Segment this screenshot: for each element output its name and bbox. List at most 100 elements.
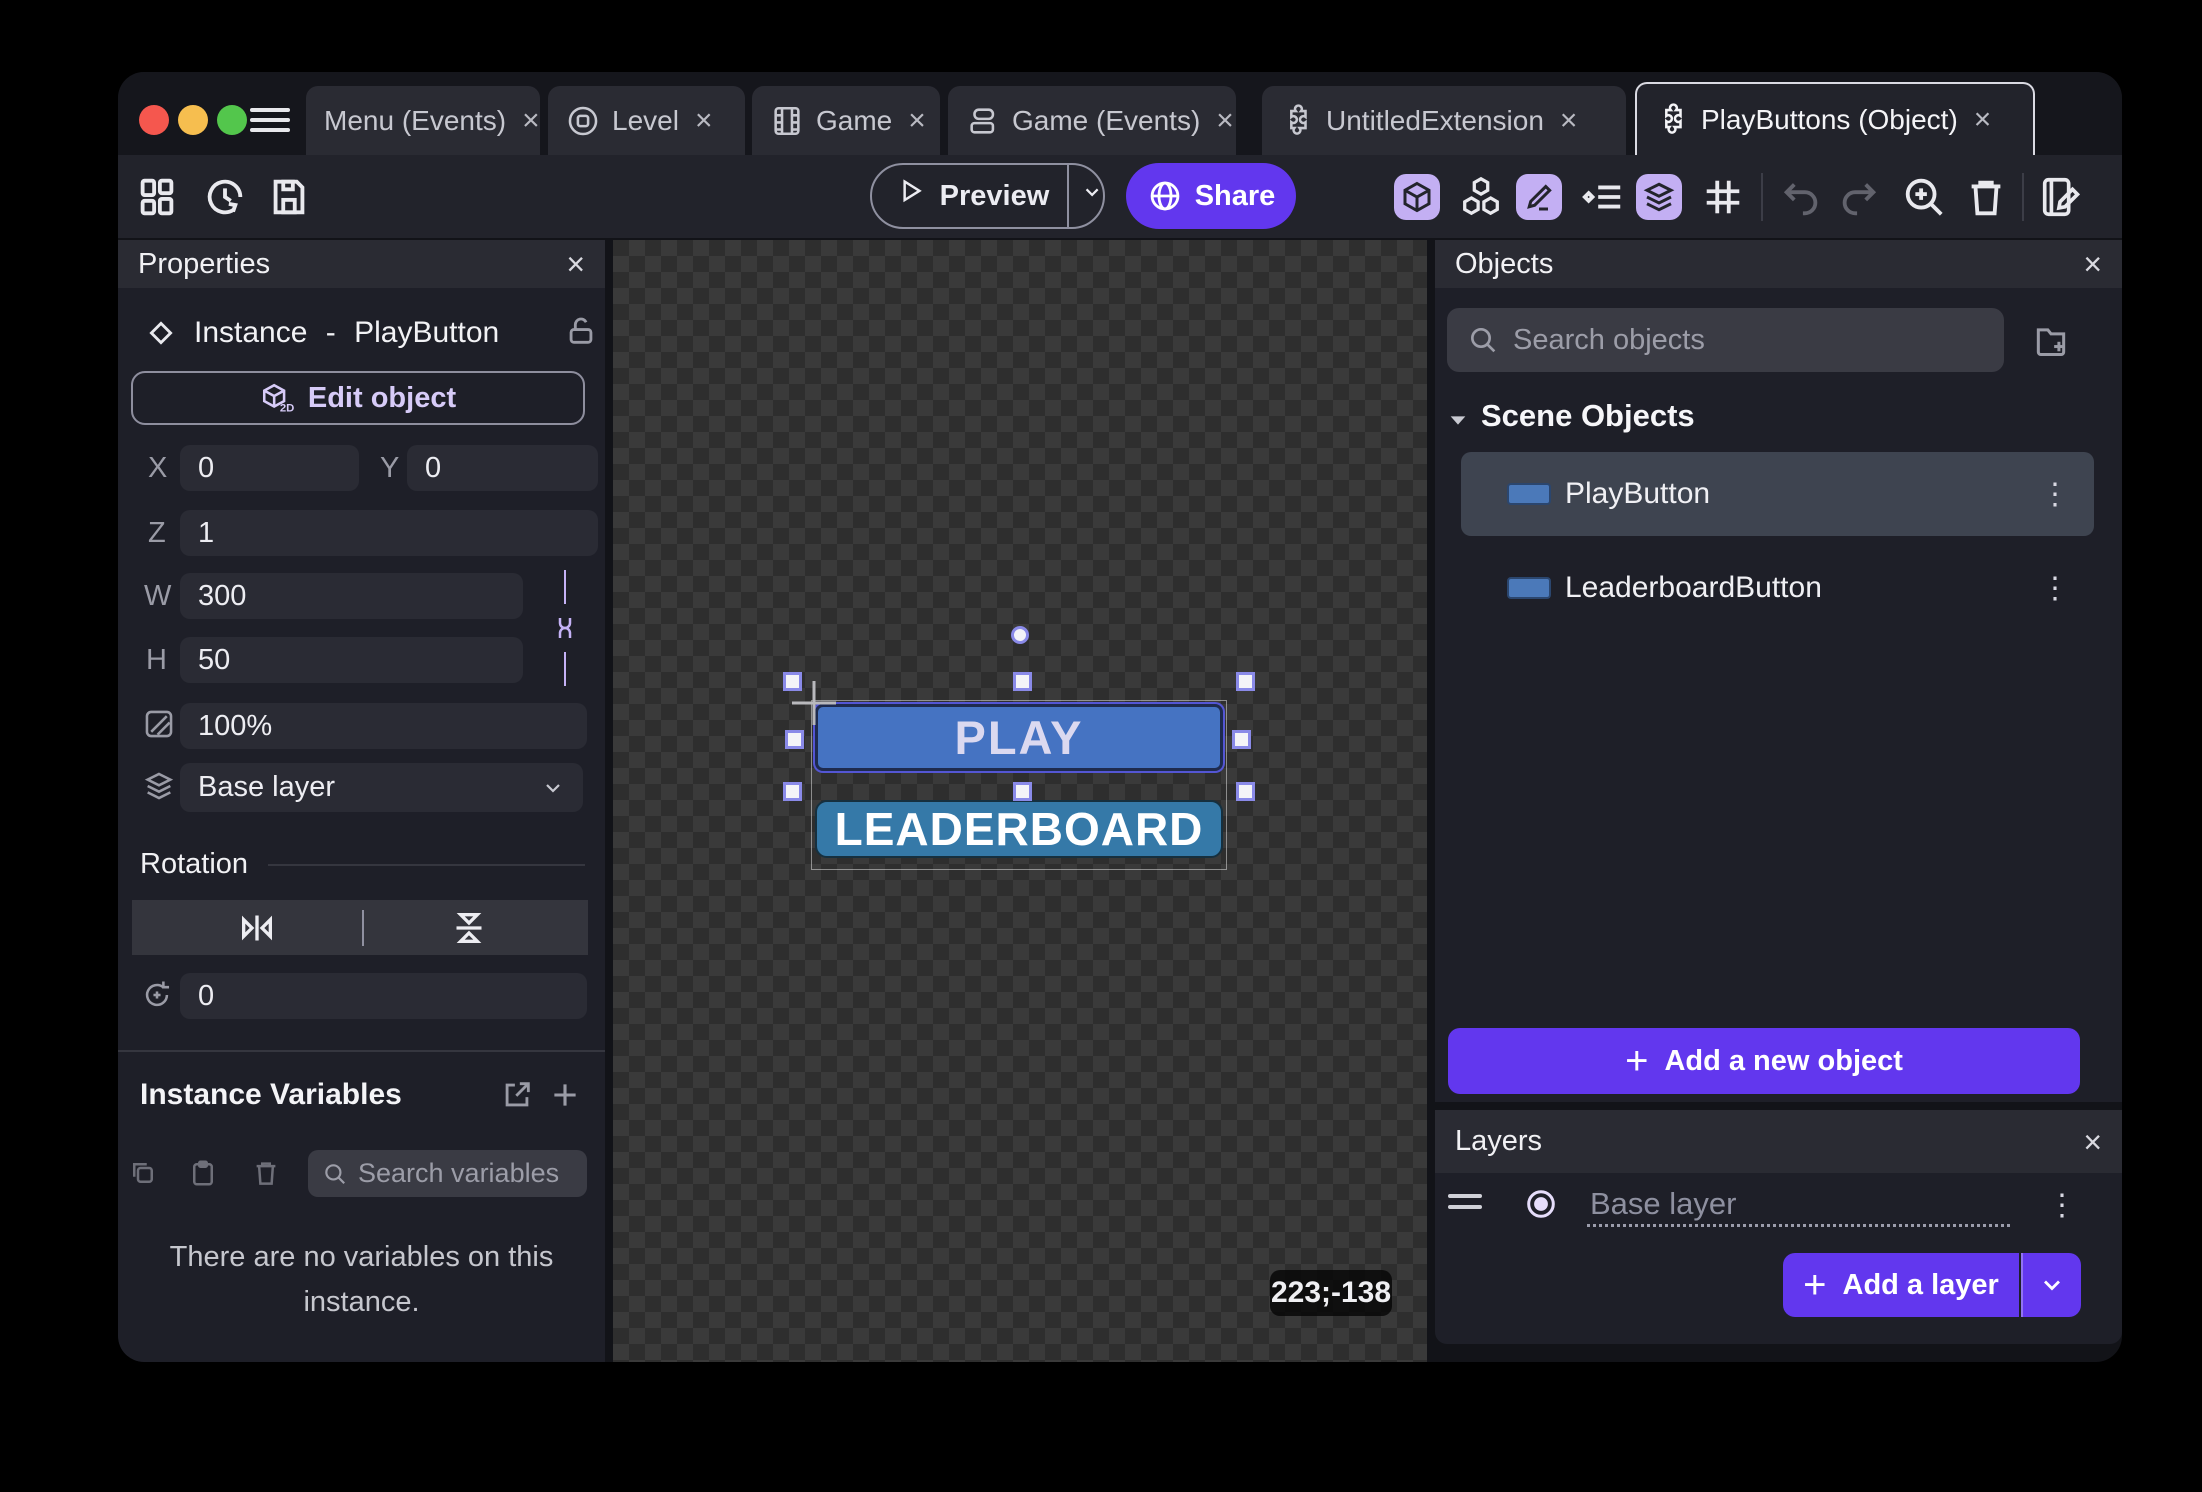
rotation-input[interactable] <box>180 973 587 1019</box>
preview-label: Preview <box>940 180 1050 213</box>
instances-icon[interactable] <box>1580 174 1626 220</box>
rotation-title: Rotation <box>140 848 248 881</box>
objects-title: Objects <box>1455 248 1553 281</box>
resize-handle-bottom-left[interactable] <box>783 782 802 801</box>
close-icon[interactable]: × <box>518 104 540 138</box>
close-icon[interactable]: × <box>691 104 713 138</box>
paste-icon[interactable] <box>188 1158 218 1188</box>
close-icon[interactable]: × <box>566 248 585 280</box>
y-input[interactable] <box>407 445 598 491</box>
properties-toggle-icon[interactable] <box>1516 174 1562 220</box>
object-row-leaderboardbutton[interactable]: LeaderboardButton ⋮ <box>1461 546 2094 630</box>
layer-menu-icon[interactable]: ⋮ <box>2047 1188 2101 1223</box>
redo-icon[interactable] <box>1836 174 1882 220</box>
share-button[interactable]: Share <box>1126 163 1296 229</box>
flip-horizontal-icon[interactable] <box>237 908 277 948</box>
resize-handle-middle-right[interactable] <box>1232 730 1251 749</box>
opacity-input[interactable] <box>180 703 587 749</box>
object-name: PlayButton <box>1565 477 1710 511</box>
resize-handle-top-middle[interactable] <box>1013 672 1032 691</box>
search-variables-input[interactable] <box>308 1150 587 1197</box>
add-layer-button[interactable]: + Add a layer <box>1783 1253 2019 1317</box>
traffic-minimize-button[interactable] <box>178 105 208 135</box>
collapse-triangle-icon[interactable] <box>1447 410 1469 428</box>
search-icon <box>1467 324 1499 356</box>
tab-menu-events[interactable]: Menu (Events) × <box>306 86 540 155</box>
traffic-close-button[interactable] <box>139 105 169 135</box>
h-label: H <box>146 644 167 677</box>
main-menu-icon[interactable] <box>250 108 290 134</box>
edit-scene-icon[interactable] <box>2038 174 2084 220</box>
close-icon[interactable]: × <box>1556 104 1578 138</box>
tab-label: UntitledExtension <box>1326 105 1544 137</box>
chevron-down-icon[interactable] <box>1081 181 1103 211</box>
object-name: LeaderboardButton <box>1565 571 1822 605</box>
edit-object-button[interactable]: 2D Edit object <box>131 371 585 425</box>
object-row-playbutton[interactable]: PlayButton ⋮ <box>1461 452 2094 536</box>
grid-icon[interactable] <box>1700 174 1746 220</box>
add-new-object-button[interactable]: + Add a new object <box>1448 1028 2080 1094</box>
tab-label: Game (Events) <box>1012 105 1200 137</box>
tab-level[interactable]: Level × <box>548 86 745 155</box>
z-input[interactable] <box>180 510 598 556</box>
scene-canvas[interactable]: PLAY LEADERBOARD 223;-138 <box>613 240 1427 1362</box>
tab-playbuttons-object[interactable]: PlayButtons (Object) × <box>1635 82 2035 155</box>
objects-panel-toggle-icon[interactable] <box>1394 174 1440 220</box>
resize-handle-bottom-right[interactable] <box>1236 782 1255 801</box>
add-variable-icon[interactable] <box>548 1078 582 1112</box>
instances-list-toggle-icon[interactable] <box>1458 174 1504 220</box>
resize-handle-middle-left[interactable] <box>785 730 804 749</box>
close-icon[interactable]: × <box>1212 104 1234 138</box>
link-dimensions-icon[interactable] <box>550 570 580 686</box>
close-icon[interactable]: × <box>904 104 926 138</box>
delete-variable-icon[interactable] <box>251 1158 281 1188</box>
main-toolbar: Preview Share <box>118 155 2122 238</box>
close-icon[interactable]: × <box>1970 103 1992 137</box>
save-icon[interactable] <box>266 174 312 220</box>
film-icon <box>770 104 804 138</box>
play-icon <box>896 176 926 216</box>
row-menu-icon[interactable]: ⋮ <box>2040 571 2094 606</box>
h-input[interactable] <box>180 637 523 683</box>
variables-empty-state: There are no variables on this instance. <box>118 1235 605 1325</box>
resize-handle-top-left[interactable] <box>783 672 802 691</box>
row-menu-icon[interactable]: ⋮ <box>2040 477 2094 512</box>
delete-icon[interactable] <box>1963 174 2009 220</box>
x-label: X <box>148 452 167 485</box>
tab-untitled-extension[interactable]: UntitledExtension × <box>1262 86 1626 155</box>
close-icon[interactable]: × <box>2083 248 2102 280</box>
open-in-window-icon[interactable] <box>500 1078 534 1112</box>
layer-name-field[interactable]: Base layer <box>1590 1186 1736 1222</box>
object-thumbnail <box>1507 483 1551 505</box>
project-manager-icon[interactable] <box>134 174 180 220</box>
tab-game[interactable]: Game × <box>752 86 940 155</box>
flip-vertical-icon[interactable] <box>449 908 489 948</box>
resize-handle-top-right[interactable] <box>1236 672 1255 691</box>
undo-icon[interactable] <box>1778 174 1824 220</box>
properties-title: Properties <box>138 248 270 281</box>
copy-icon[interactable] <box>128 1158 158 1188</box>
leaderboard-button-instance[interactable]: LEADERBOARD <box>815 800 1223 858</box>
play-button-instance[interactable]: PLAY <box>815 704 1223 771</box>
tab-game-events[interactable]: Game (Events) × <box>948 86 1236 155</box>
resize-handle-bottom-middle[interactable] <box>1013 782 1032 801</box>
z-label: Z <box>148 517 166 550</box>
preview-button[interactable]: Preview <box>870 163 1105 229</box>
layer-drag-handle[interactable] <box>1448 1194 1482 1216</box>
x-input[interactable] <box>180 445 359 491</box>
unlock-icon[interactable] <box>564 314 598 348</box>
zoom-in-icon[interactable] <box>1901 174 1947 220</box>
layer-select[interactable]: Base layer <box>180 763 583 812</box>
layers-toggle-icon[interactable] <box>1636 174 1682 220</box>
close-icon[interactable]: × <box>2083 1126 2102 1158</box>
add-layer-dropdown-button[interactable] <box>2021 1253 2081 1317</box>
share-label: Share <box>1195 180 1276 213</box>
layers-title: Layers <box>1455 1125 1542 1158</box>
rotate-selection-handle[interactable] <box>1011 626 1029 644</box>
traffic-zoom-button[interactable] <box>217 105 247 135</box>
layer-visibility-icon[interactable] <box>1523 1186 1559 1222</box>
search-objects-input[interactable] <box>1447 308 2004 372</box>
history-icon[interactable] <box>202 174 248 220</box>
add-folder-icon[interactable] <box>2032 322 2070 360</box>
w-input[interactable] <box>180 573 523 619</box>
